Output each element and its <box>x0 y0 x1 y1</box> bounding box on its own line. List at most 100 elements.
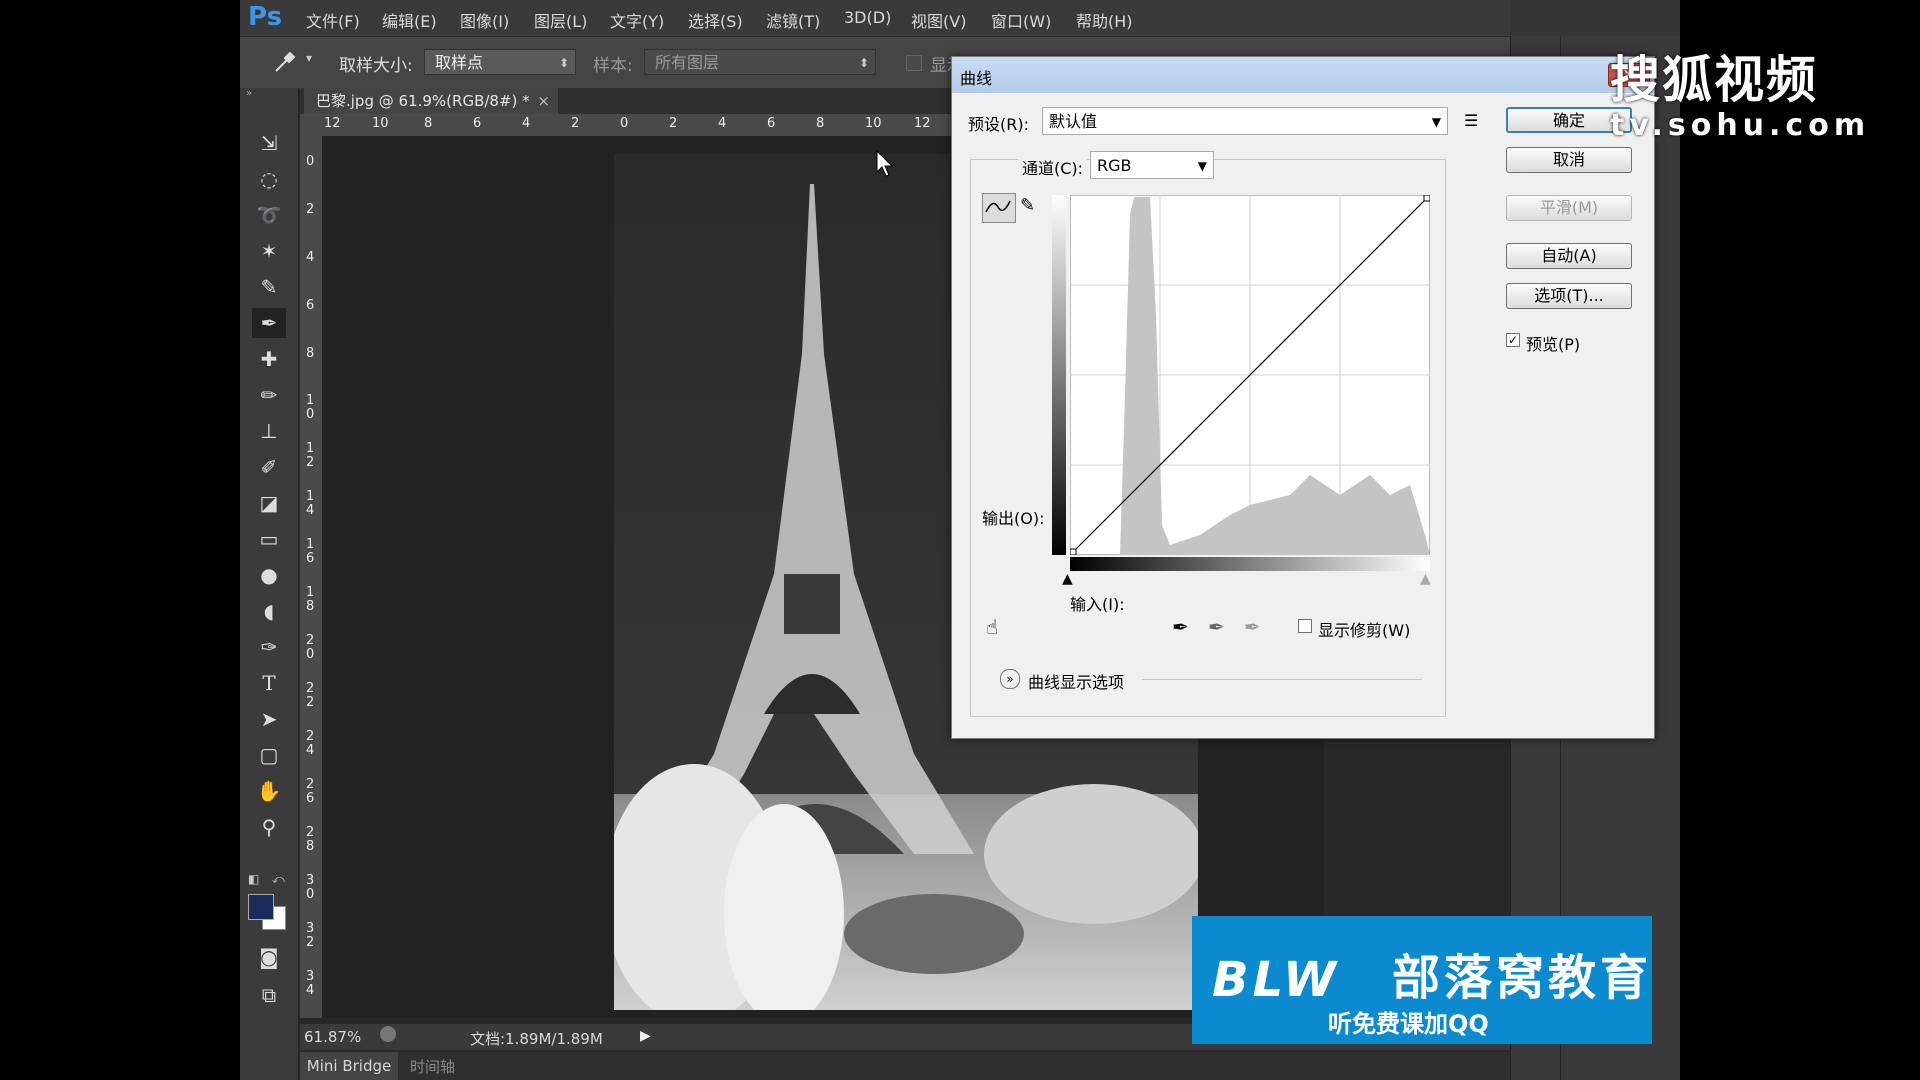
document-tab-title: 巴黎.jpg @ 61.9%(RGB/8#) * <box>316 92 530 110</box>
auto-button[interactable]: 自动(A) <box>1506 243 1632 269</box>
play-arrow-icon[interactable]: ▶ <box>640 1028 651 1044</box>
menu-file[interactable]: 文件(F) <box>306 8 360 32</box>
path-select-tool-icon[interactable]: ➤ <box>252 704 286 734</box>
collapse-icon[interactable]: » <box>246 88 252 99</box>
chevron-down-icon: ▼ <box>1431 115 1441 129</box>
brush-tool-icon[interactable]: ✏ <box>252 380 286 410</box>
share-icon[interactable] <box>380 1026 396 1042</box>
gradient-tool-icon[interactable]: ▭ <box>252 524 286 554</box>
ruler-tick: 1 4 <box>306 489 315 518</box>
curve-point-tool-icon[interactable] <box>982 193 1016 223</box>
white-eyedropper-icon[interactable]: ✒ <box>1244 615 1261 639</box>
swap-colors-icon[interactable]: ⤺ <box>272 872 285 887</box>
output-label: 输出(O): <box>982 509 1045 528</box>
show-clipping-checkbox[interactable] <box>1298 619 1312 633</box>
eraser-tool-icon[interactable]: ◪ <box>252 488 286 518</box>
show-ring-checkbox[interactable] <box>906 55 922 71</box>
black-eyedropper-icon[interactable]: ✒ <box>1172 615 1189 639</box>
lasso-tool-icon[interactable]: ➰ <box>252 200 286 230</box>
ruler-tick: 8 <box>816 116 825 131</box>
show-clipping-label: 显示修剪(W) <box>1318 621 1411 640</box>
sample-select[interactable]: 所有图层 ⬍ <box>644 49 876 75</box>
preset-options-icon[interactable]: ☰ <box>1464 111 1478 130</box>
tab-close-icon[interactable]: × <box>537 88 550 114</box>
pencil-tool-icon[interactable]: ✎ <box>1020 195 1035 216</box>
sample-label: 样本: <box>593 56 633 76</box>
sohu-watermark: 搜狐视频 tv.sohu.com <box>1610 40 1870 143</box>
output-gradient-bar <box>1052 195 1066 555</box>
curve-display-options-label[interactable]: 曲线显示选项 <box>1028 669 1124 693</box>
history-brush-tool-icon[interactable]: ✐ <box>252 452 286 482</box>
tool-preset-arrow-icon[interactable]: ▾ <box>306 51 312 65</box>
channel-value: RGB <box>1097 156 1132 175</box>
menu-type[interactable]: 文字(Y) <box>610 8 664 32</box>
curves-graph[interactable] <box>1070 195 1430 555</box>
ruler-tick: 6 <box>767 116 776 131</box>
white-point-slider-icon[interactable]: ▲ <box>1420 571 1431 587</box>
expand-options-icon[interactable]: » <box>1000 669 1020 689</box>
channel-select[interactable]: RGB ▼ <box>1090 151 1214 179</box>
eyedropper-icon[interactable] <box>270 49 298 77</box>
menu-edit[interactable]: 编辑(E) <box>382 8 437 32</box>
options-button[interactable]: 选项(T)... <box>1506 283 1632 309</box>
gray-eyedropper-icon[interactable]: ✒ <box>1208 615 1225 639</box>
ruler-tick: 1 8 <box>306 585 315 614</box>
channel-label: 通道(C): <box>1018 155 1088 179</box>
pen-tool-icon[interactable]: ✑ <box>252 632 286 662</box>
ruler-tick: 4 <box>522 116 531 131</box>
default-colors-icon[interactable]: ◧ <box>248 872 259 886</box>
blw-education-banner: BLW 部落窝教育 听免费课加QQ群:186581370 <box>1192 916 1652 1044</box>
menu-filter[interactable]: 滤镜(T) <box>766 8 820 32</box>
ruler-tick: 2 0 <box>306 633 315 662</box>
screen-mode-icon[interactable]: ⧉ <box>252 980 286 1010</box>
crop-tool-icon[interactable]: ✎ <box>252 272 286 302</box>
blur-tool-icon[interactable]: ● <box>252 560 286 590</box>
menu-select[interactable]: 选择(S) <box>688 8 743 32</box>
menu-3d[interactable]: 3D(D) <box>844 8 891 27</box>
ruler-tick: 2 6 <box>306 777 315 806</box>
stamp-tool-icon[interactable]: ⊥ <box>252 416 286 446</box>
banner-logo: BLW <box>1212 952 1340 1008</box>
zoom-tool-icon[interactable]: ⚲ <box>252 812 286 842</box>
dialog-title-bar[interactable]: 曲线 ✕ <box>952 57 1654 93</box>
menu-image[interactable]: 图像(I) <box>460 8 509 32</box>
cancel-button[interactable]: 取消 <box>1506 147 1632 173</box>
black-point-slider-icon[interactable]: ▲ <box>1062 571 1073 587</box>
dodge-tool-icon[interactable]: ◖ <box>252 596 286 626</box>
healing-tool-icon[interactable]: ✚ <box>252 344 286 374</box>
ruler-tick: 10 <box>372 116 389 131</box>
input-gradient-bar <box>1070 557 1430 571</box>
tab-mini-bridge[interactable]: Mini Bridge <box>300 1052 398 1080</box>
vertical-ruler: 0 2 4 6 8 1 0 1 2 1 4 1 6 1 8 2 0 2 2 2 … <box>300 136 323 1018</box>
menu-bar: Ps 文件(F) 编辑(E) 图像(I) 图层(L) 文字(Y) 选择(S) 滤… <box>240 0 1680 36</box>
foreground-color-swatch[interactable] <box>248 894 274 920</box>
preview-label: 预览(P) <box>1526 335 1581 354</box>
menu-window[interactable]: 窗口(W) <box>991 8 1051 32</box>
ruler-tick: 8 <box>306 346 315 361</box>
magic-wand-tool-icon[interactable]: ✶ <box>252 236 286 266</box>
move-tool-icon[interactable]: ⇲ <box>252 128 286 158</box>
shape-tool-icon[interactable]: ▢ <box>252 740 286 770</box>
menu-view[interactable]: 视图(V) <box>911 8 966 32</box>
menu-layer[interactable]: 图层(L) <box>534 8 587 32</box>
ruler-tick: 0 <box>620 116 629 131</box>
document-tab[interactable]: 巴黎.jpg @ 61.9%(RGB/8#) * × <box>304 88 558 114</box>
ruler-tick: 1 2 <box>306 441 315 470</box>
hand-tool-icon[interactable]: ✋ <box>252 776 286 806</box>
preset-select[interactable]: 默认值 ▼ <box>1042 107 1448 135</box>
quick-mask-icon[interactable]: ◙ <box>252 942 286 972</box>
preview-checkbox[interactable]: ✓ <box>1506 333 1520 347</box>
on-image-adjust-icon[interactable]: ☝ <box>986 615 998 639</box>
zoom-level[interactable]: 61.87% <box>304 1028 361 1046</box>
sample-size-select[interactable]: 取样点 ⬍ <box>424 49 576 75</box>
menu-help[interactable]: 帮助(H) <box>1076 8 1133 32</box>
type-tool-icon[interactable]: T <box>252 668 286 698</box>
preset-label: 预设(R): <box>968 115 1029 134</box>
chevron-updown-icon: ⬍ <box>858 56 869 70</box>
tab-timeline[interactable]: 时间轴 <box>410 1056 455 1077</box>
smooth-button[interactable]: 平滑(M) <box>1506 195 1632 221</box>
curves-dialog: 曲线 ✕ 预设(R): 默认值 ▼ ☰ 通道(C): RGB ▼ ✎ 输出(O): … <box>951 56 1655 739</box>
eyedropper-tool-icon[interactable]: ✒ <box>252 308 286 338</box>
marquee-tool-icon[interactable]: ◌ <box>252 164 286 194</box>
ruler-tick: 4 <box>306 250 315 265</box>
